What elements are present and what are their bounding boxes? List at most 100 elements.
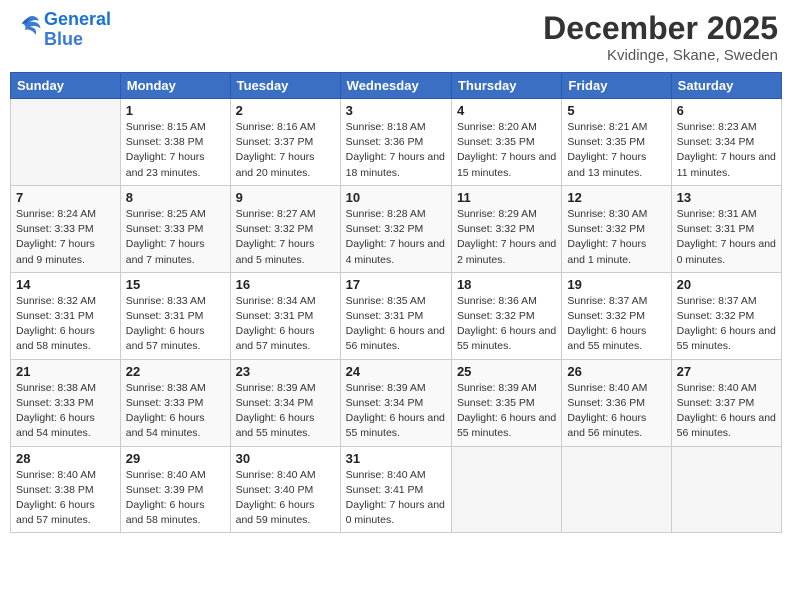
day-cell (562, 446, 671, 533)
day-cell: 24 Sunrise: 8:39 AM Sunset: 3:34 PM Dayli… (340, 359, 451, 446)
day-number: 23 (236, 364, 335, 379)
day-number: 19 (567, 277, 665, 292)
day-info: Sunrise: 8:37 AM Sunset: 3:32 PM Dayligh… (567, 294, 665, 355)
day-number: 28 (16, 451, 115, 466)
day-number: 25 (457, 364, 556, 379)
day-cell: 9 Sunrise: 8:27 AM Sunset: 3:32 PM Daylig… (230, 185, 340, 272)
day-cell: 18 Sunrise: 8:36 AM Sunset: 3:32 PM Dayli… (451, 272, 561, 359)
day-info: Sunrise: 8:40 AM Sunset: 3:40 PM Dayligh… (236, 468, 335, 529)
day-cell: 22Sunrise: 8:38 AM Sunset: 3:33 PM Dayli… (120, 359, 230, 446)
day-cell: 6 Sunrise: 8:23 AM Sunset: 3:34 PM Daylig… (671, 99, 781, 186)
day-info: Sunrise: 8:34 AM Sunset: 3:31 PM Dayligh… (236, 294, 335, 355)
day-info: Sunrise: 8:28 AM Sunset: 3:32 PM Dayligh… (346, 207, 446, 268)
day-cell: 17 Sunrise: 8:35 AM Sunset: 3:31 PM Dayli… (340, 272, 451, 359)
day-info: Sunrise: 8:21 AM Sunset: 3:35 PM Dayligh… (567, 120, 665, 181)
day-info: Sunrise: 8:40 AM Sunset: 3:37 PM Dayligh… (677, 381, 776, 442)
month-title: December 2025 (543, 10, 778, 47)
day-cell (451, 446, 561, 533)
day-cell: 11Sunrise: 8:29 AM Sunset: 3:32 PM Dayli… (451, 185, 561, 272)
day-number: 17 (346, 277, 446, 292)
day-number: 14 (16, 277, 115, 292)
day-number: 29 (126, 451, 225, 466)
day-number: 2 (236, 103, 335, 118)
day-number: 13 (677, 190, 776, 205)
day-cell: 26Sunrise: 8:40 AM Sunset: 3:36 PM Dayli… (562, 359, 671, 446)
day-info: Sunrise: 8:25 AM Sunset: 3:33 PM Dayligh… (126, 207, 225, 268)
day-info: Sunrise: 8:39 AM Sunset: 3:35 PM Dayligh… (457, 381, 556, 442)
day-cell: 3Sunrise: 8:18 AM Sunset: 3:36 PM Daylig… (340, 99, 451, 186)
day-number: 30 (236, 451, 335, 466)
day-number: 1 (126, 103, 225, 118)
day-cell: 29 Sunrise: 8:40 AM Sunset: 3:39 PM Dayli… (120, 446, 230, 533)
day-cell: 10 Sunrise: 8:28 AM Sunset: 3:32 PM Dayli… (340, 185, 451, 272)
day-cell (671, 446, 781, 533)
day-cell: 19 Sunrise: 8:37 AM Sunset: 3:32 PM Dayli… (562, 272, 671, 359)
day-info: Sunrise: 8:32 AM Sunset: 3:31 PM Dayligh… (16, 294, 115, 355)
day-info: Sunrise: 8:27 AM Sunset: 3:32 PM Dayligh… (236, 207, 335, 268)
weekday-header-tuesday: Tuesday (230, 73, 340, 99)
day-info: Sunrise: 8:16 AM Sunset: 3:37 PM Dayligh… (236, 120, 335, 181)
week-row-1: 1 Sunrise: 8:15 AM Sunset: 3:38 PM Daylig… (11, 99, 782, 186)
day-info: Sunrise: 8:39 AM Sunset: 3:34 PM Dayligh… (236, 381, 335, 442)
day-info: Sunrise: 8:15 AM Sunset: 3:38 PM Dayligh… (126, 120, 225, 181)
weekday-header-monday: Monday (120, 73, 230, 99)
day-number: 7 (16, 190, 115, 205)
day-number: 27 (677, 364, 776, 379)
day-info: Sunrise: 8:36 AM Sunset: 3:32 PM Dayligh… (457, 294, 556, 355)
day-cell: 14 Sunrise: 8:32 AM Sunset: 3:31 PM Dayli… (11, 272, 121, 359)
logo-text-blue: Blue (44, 30, 111, 50)
weekday-header-thursday: Thursday (451, 73, 561, 99)
day-cell: 27 Sunrise: 8:40 AM Sunset: 3:37 PM Dayli… (671, 359, 781, 446)
day-number: 18 (457, 277, 556, 292)
day-cell: 20Sunrise: 8:37 AM Sunset: 3:32 PM Dayli… (671, 272, 781, 359)
week-row-2: 7 Sunrise: 8:24 AM Sunset: 3:33 PM Daylig… (11, 185, 782, 272)
day-number: 10 (346, 190, 446, 205)
day-number: 6 (677, 103, 776, 118)
weekday-header-saturday: Saturday (671, 73, 781, 99)
day-cell: 21Sunrise: 8:38 AM Sunset: 3:33 PM Dayli… (11, 359, 121, 446)
week-row-4: 21 Sunrise: 8:38 AM Sunset: 3:33 PM Dayli… (11, 359, 782, 446)
day-cell: 23 Sunrise: 8:39 AM Sunset: 3:34 PM Dayli… (230, 359, 340, 446)
day-cell: 15Sunrise: 8:33 AM Sunset: 3:31 PM Dayli… (120, 272, 230, 359)
day-info: Sunrise: 8:30 AM Sunset: 3:32 PM Dayligh… (567, 207, 665, 268)
day-cell: 12 Sunrise: 8:30 AM Sunset: 3:32 PM Dayli… (562, 185, 671, 272)
logo-text-general: General (44, 10, 111, 30)
day-cell: 31 Sunrise: 8:40 AM Sunset: 3:41 PM Dayli… (340, 446, 451, 533)
day-info: Sunrise: 8:23 AM Sunset: 3:34 PM Dayligh… (677, 120, 776, 181)
day-cell: 13 Sunrise: 8:31 AM Sunset: 3:31 PM Dayli… (671, 185, 781, 272)
week-row-5: 28Sunrise: 8:40 AM Sunset: 3:38 PM Dayli… (11, 446, 782, 533)
day-number: 24 (346, 364, 446, 379)
day-number: 26 (567, 364, 665, 379)
day-info: Sunrise: 8:38 AM Sunset: 3:33 PM Dayligh… (126, 381, 225, 442)
day-number: 5 (567, 103, 665, 118)
day-cell: 8Sunrise: 8:25 AM Sunset: 3:33 PM Daylig… (120, 185, 230, 272)
day-info: Sunrise: 8:35 AM Sunset: 3:31 PM Dayligh… (346, 294, 446, 355)
day-number: 9 (236, 190, 335, 205)
day-number: 12 (567, 190, 665, 205)
day-cell: 16 Sunrise: 8:34 AM Sunset: 3:31 PM Dayli… (230, 272, 340, 359)
day-cell: 25 Sunrise: 8:39 AM Sunset: 3:35 PM Dayli… (451, 359, 561, 446)
day-cell: 28Sunrise: 8:40 AM Sunset: 3:38 PM Dayli… (11, 446, 121, 533)
day-info: Sunrise: 8:40 AM Sunset: 3:39 PM Dayligh… (126, 468, 225, 529)
weekday-header-friday: Friday (562, 73, 671, 99)
day-number: 16 (236, 277, 335, 292)
day-info: Sunrise: 8:40 AM Sunset: 3:41 PM Dayligh… (346, 468, 446, 529)
page-header: General Blue December 2025 Kvidinge, Ska… (10, 10, 782, 64)
day-info: Sunrise: 8:24 AM Sunset: 3:33 PM Dayligh… (16, 207, 115, 268)
logo: General Blue (14, 10, 111, 50)
day-number: 21 (16, 364, 115, 379)
week-row-3: 14 Sunrise: 8:32 AM Sunset: 3:31 PM Dayli… (11, 272, 782, 359)
location: Kvidinge, Skane, Sweden (543, 47, 778, 64)
day-cell: 4Sunrise: 8:20 AM Sunset: 3:35 PM Daylig… (451, 99, 561, 186)
header-row: SundayMondayTuesdayWednesdayThursdayFrid… (11, 73, 782, 99)
day-number: 3 (346, 103, 446, 118)
weekday-header-wednesday: Wednesday (340, 73, 451, 99)
day-number: 31 (346, 451, 446, 466)
day-info: Sunrise: 8:31 AM Sunset: 3:31 PM Dayligh… (677, 207, 776, 268)
day-cell: 2 Sunrise: 8:16 AM Sunset: 3:37 PM Daylig… (230, 99, 340, 186)
day-number: 20 (677, 277, 776, 292)
day-number: 15 (126, 277, 225, 292)
day-info: Sunrise: 8:39 AM Sunset: 3:34 PM Dayligh… (346, 381, 446, 442)
day-cell: 5 Sunrise: 8:21 AM Sunset: 3:35 PM Daylig… (562, 99, 671, 186)
day-cell: 30 Sunrise: 8:40 AM Sunset: 3:40 PM Dayli… (230, 446, 340, 533)
